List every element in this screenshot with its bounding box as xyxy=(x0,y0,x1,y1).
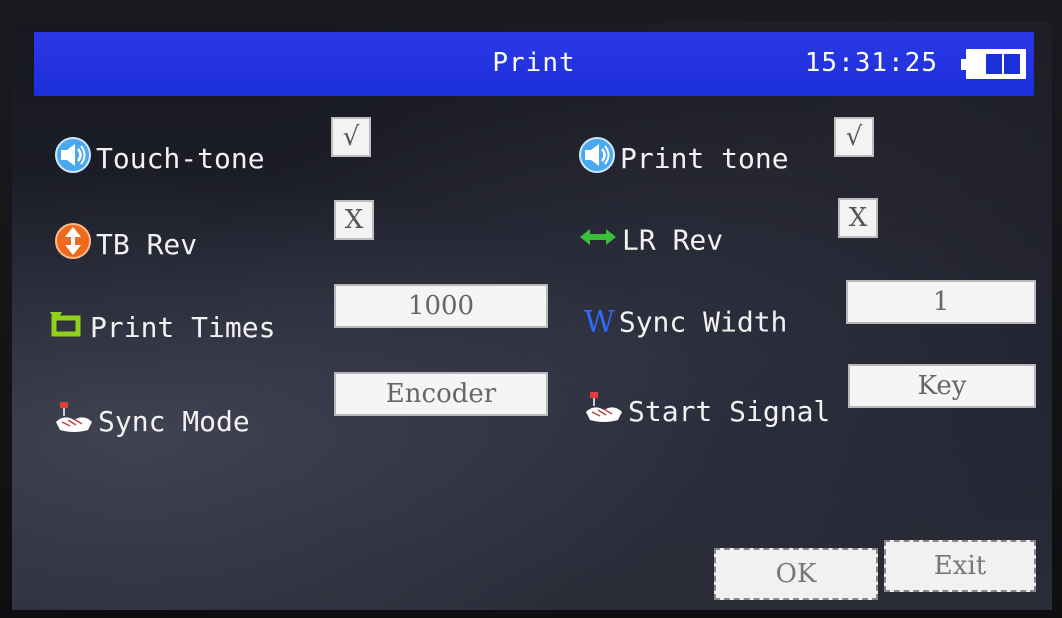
tb-rev-label-row: TB Rev xyxy=(54,222,197,267)
handshake-icon xyxy=(584,390,624,433)
handshake-icon xyxy=(54,400,94,443)
print-times-label-row: Print Times xyxy=(46,308,275,347)
start-signal-select[interactable]: Key xyxy=(848,364,1036,408)
lcd-screen: Print 15:31:25 Touch-tone √ Print tone √… xyxy=(12,22,1052,610)
touch-tone-label: Touch-tone xyxy=(96,142,265,175)
title-bar: Print 15:31:25 xyxy=(34,32,1034,96)
clock-time: 15:31:25 xyxy=(804,48,938,78)
start-signal-label: Start Signal xyxy=(628,395,831,428)
speaker-icon xyxy=(578,136,616,181)
sync-mode-select[interactable]: Encoder xyxy=(334,372,548,416)
print-tone-checkbox[interactable]: √ xyxy=(834,117,874,157)
print-tone-label-row: Print tone xyxy=(578,136,789,181)
lr-rev-label-row: LR Rev xyxy=(578,222,723,258)
exit-button[interactable]: Exit xyxy=(884,540,1036,592)
ok-button[interactable]: OK xyxy=(714,548,878,600)
touch-tone-label-row: Touch-tone xyxy=(54,136,265,181)
sync-width-input[interactable]: 1 xyxy=(846,280,1036,324)
sync-mode-label: Sync Mode xyxy=(98,405,250,438)
speaker-icon xyxy=(54,136,92,181)
sync-width-label: Sync Width xyxy=(618,305,788,339)
touch-tone-checkbox[interactable]: √ xyxy=(331,117,371,157)
tb-rev-label: TB Rev xyxy=(96,228,198,261)
lr-rev-label: LR Rev xyxy=(622,223,724,257)
battery-icon xyxy=(961,49,1026,79)
tb-rev-checkbox[interactable]: X xyxy=(334,200,374,240)
flip-vertical-icon xyxy=(54,222,92,267)
print-times-label: Print Times xyxy=(90,311,276,344)
sync-mode-label-row: Sync Mode xyxy=(54,400,250,443)
sync-width-label-row: W Sync Width xyxy=(584,304,787,340)
print-tone-label: Print tone xyxy=(620,142,789,175)
w-letter-icon: W xyxy=(584,304,615,340)
flip-horizontal-arrow-icon xyxy=(578,223,618,258)
print-times-input[interactable]: 1000 xyxy=(334,284,548,328)
repeat-icon xyxy=(46,308,86,347)
lr-rev-checkbox[interactable]: X xyxy=(838,198,878,238)
start-signal-label-row: Start Signal xyxy=(584,390,830,433)
